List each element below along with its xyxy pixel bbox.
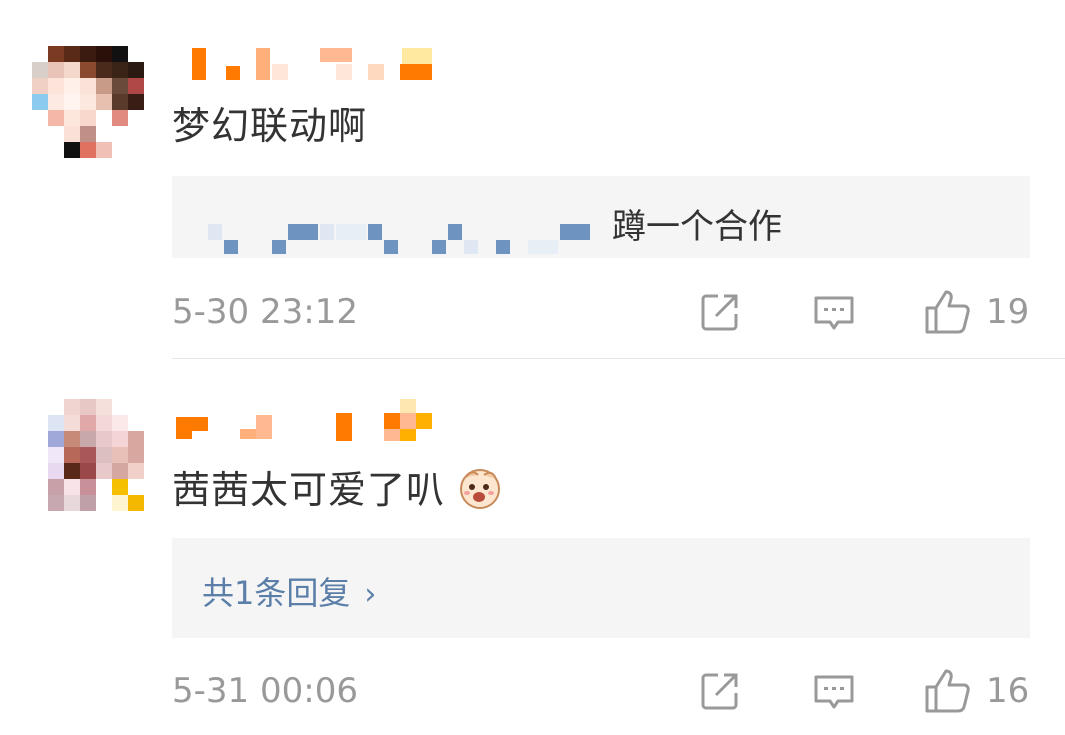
like-count: 19 bbox=[986, 292, 1030, 332]
reply-count-label: 共1条回复 bbox=[202, 574, 351, 612]
thumbs-up-icon bbox=[925, 669, 970, 713]
share-icon bbox=[701, 673, 738, 710]
reply-count-link[interactable]: 共1条回复 › bbox=[172, 538, 1030, 638]
pixelated-reply-username bbox=[202, 216, 602, 258]
like-count: 16 bbox=[986, 671, 1030, 711]
like-button[interactable]: 19 bbox=[924, 287, 1029, 337]
timestamp: 5-30 23:12 bbox=[172, 292, 358, 332]
share-button[interactable] bbox=[698, 666, 742, 716]
timestamp: 5-31 00:06 bbox=[172, 671, 358, 711]
chevron-right-icon: › bbox=[364, 577, 377, 612]
username[interactable] bbox=[172, 399, 442, 441]
comment-button[interactable] bbox=[812, 287, 856, 337]
like-button[interactable]: 16 bbox=[924, 666, 1029, 716]
comment-text: 梦幻联动啊 bbox=[172, 104, 368, 148]
laughing-face-emoji-icon bbox=[458, 467, 502, 511]
share-button[interactable] bbox=[698, 287, 742, 337]
comment-icon bbox=[814, 296, 854, 330]
share-icon bbox=[701, 294, 738, 331]
thumbs-up-icon bbox=[925, 290, 970, 334]
username[interactable] bbox=[172, 46, 442, 80]
divider bbox=[172, 358, 1065, 359]
avatar[interactable] bbox=[32, 46, 144, 158]
comment-text: 茜茜太可爱了叭 bbox=[172, 467, 502, 512]
comment-button[interactable] bbox=[812, 666, 856, 716]
avatar[interactable] bbox=[32, 399, 144, 511]
reply-preview[interactable]: 蹲一个合作 bbox=[172, 176, 1030, 258]
reply-text: 蹲一个合作 bbox=[612, 207, 782, 247]
comment-icon bbox=[814, 675, 854, 709]
